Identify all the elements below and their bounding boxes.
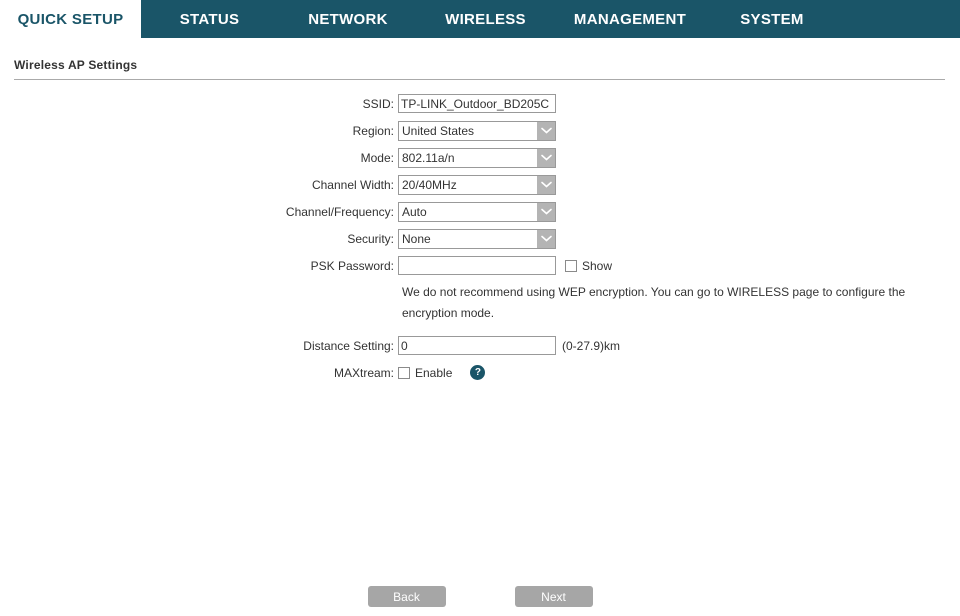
channel-width-selected-value: 20/40MHz <box>399 176 537 194</box>
security-label: Security: <box>0 232 398 246</box>
chevron-down-icon[interactable] <box>537 203 555 221</box>
form-row-region: Region: United States <box>0 117 960 144</box>
page-title: Wireless AP Settings <box>14 58 946 79</box>
distance-range-hint: (0-27.9)km <box>562 339 620 353</box>
region-field: United States <box>398 121 556 141</box>
chevron-down-icon[interactable] <box>537 176 555 194</box>
nav-tab-label: NETWORK <box>308 11 388 28</box>
nav-tab-management[interactable]: MANAGEMENT <box>553 0 707 38</box>
channel-width-label: Channel Width: <box>0 178 398 192</box>
maxtream-enable-label: Enable <box>415 366 452 380</box>
mode-selected-value: 802.11a/n <box>399 149 537 167</box>
section-divider <box>14 79 945 80</box>
distance-setting-label: Distance Setting: <box>0 339 398 353</box>
channel-width-select[interactable]: 20/40MHz <box>398 175 556 195</box>
maxtream-label: MAXtream: <box>0 366 398 380</box>
next-button[interactable]: Next <box>515 586 593 607</box>
region-label: Region: <box>0 124 398 138</box>
nav-tab-label: MANAGEMENT <box>574 11 686 28</box>
security-field: None <box>398 229 556 249</box>
psk-password-field: Show <box>398 256 612 275</box>
maxtream-field: Enable ? <box>398 365 485 380</box>
nav-tab-status[interactable]: STATUS <box>141 0 278 38</box>
nav-tab-label: SYSTEM <box>740 11 803 28</box>
nav-tab-label: WIRELESS <box>445 11 526 28</box>
channel-frequency-select[interactable]: Auto <box>398 202 556 222</box>
form-row-distance-setting: Distance Setting: (0-27.9)km <box>0 332 960 359</box>
distance-setting-input[interactable] <box>398 336 556 355</box>
chevron-down-icon[interactable] <box>537 149 555 167</box>
security-select[interactable]: None <box>398 229 556 249</box>
section-header: Wireless AP Settings <box>0 58 960 80</box>
ssid-input[interactable] <box>398 94 556 113</box>
wireless-ap-settings-form: SSID: Region: United States Mode: 802.11… <box>0 90 960 386</box>
form-row-maxtream: MAXtream: Enable ? <box>0 359 960 386</box>
security-selected-value: None <box>399 230 537 248</box>
distance-setting-field: (0-27.9)km <box>398 336 620 355</box>
region-selected-value: United States <box>399 122 537 140</box>
back-button[interactable]: Back <box>368 586 446 607</box>
channel-frequency-selected-value: Auto <box>399 203 537 221</box>
form-row-channel-width: Channel Width: 20/40MHz <box>0 171 960 198</box>
wizard-footer: Back Next <box>0 586 960 607</box>
form-row-channel-frequency: Channel/Frequency: Auto <box>0 198 960 225</box>
question-mark-icon[interactable]: ? <box>470 365 485 380</box>
encryption-warning-text: We do not recommend using WEP encryption… <box>402 279 947 324</box>
show-password-label: Show <box>582 259 612 273</box>
nav-tab-system[interactable]: SYSTEM <box>707 0 837 38</box>
main-navigation: QUICK SETUP STATUS NETWORK WIRELESS MANA… <box>0 0 960 38</box>
channel-frequency-field: Auto <box>398 202 556 222</box>
form-row-psk-password: PSK Password: Show <box>0 252 960 279</box>
channel-width-field: 20/40MHz <box>398 175 556 195</box>
chevron-down-icon[interactable] <box>537 122 555 140</box>
nav-tab-network[interactable]: NETWORK <box>278 0 418 38</box>
ssid-field <box>398 94 556 113</box>
ssid-label: SSID: <box>0 97 398 111</box>
chevron-down-icon[interactable] <box>537 230 555 248</box>
mode-label: Mode: <box>0 151 398 165</box>
maxtream-enable-checkbox[interactable] <box>398 367 410 379</box>
region-select[interactable]: United States <box>398 121 556 141</box>
mode-select[interactable]: 802.11a/n <box>398 148 556 168</box>
channel-frequency-label: Channel/Frequency: <box>0 205 398 219</box>
mode-field: 802.11a/n <box>398 148 556 168</box>
nav-tab-quick-setup[interactable]: QUICK SETUP <box>0 0 141 38</box>
show-password-checkbox[interactable] <box>565 260 577 272</box>
psk-password-input[interactable] <box>398 256 556 275</box>
nav-tab-label: QUICK SETUP <box>18 11 124 28</box>
nav-tab-label: STATUS <box>180 11 240 28</box>
psk-password-label: PSK Password: <box>0 259 398 273</box>
form-row-security: Security: None <box>0 225 960 252</box>
form-row-ssid: SSID: <box>0 90 960 117</box>
nav-tab-wireless[interactable]: WIRELESS <box>418 0 553 38</box>
form-row-mode: Mode: 802.11a/n <box>0 144 960 171</box>
